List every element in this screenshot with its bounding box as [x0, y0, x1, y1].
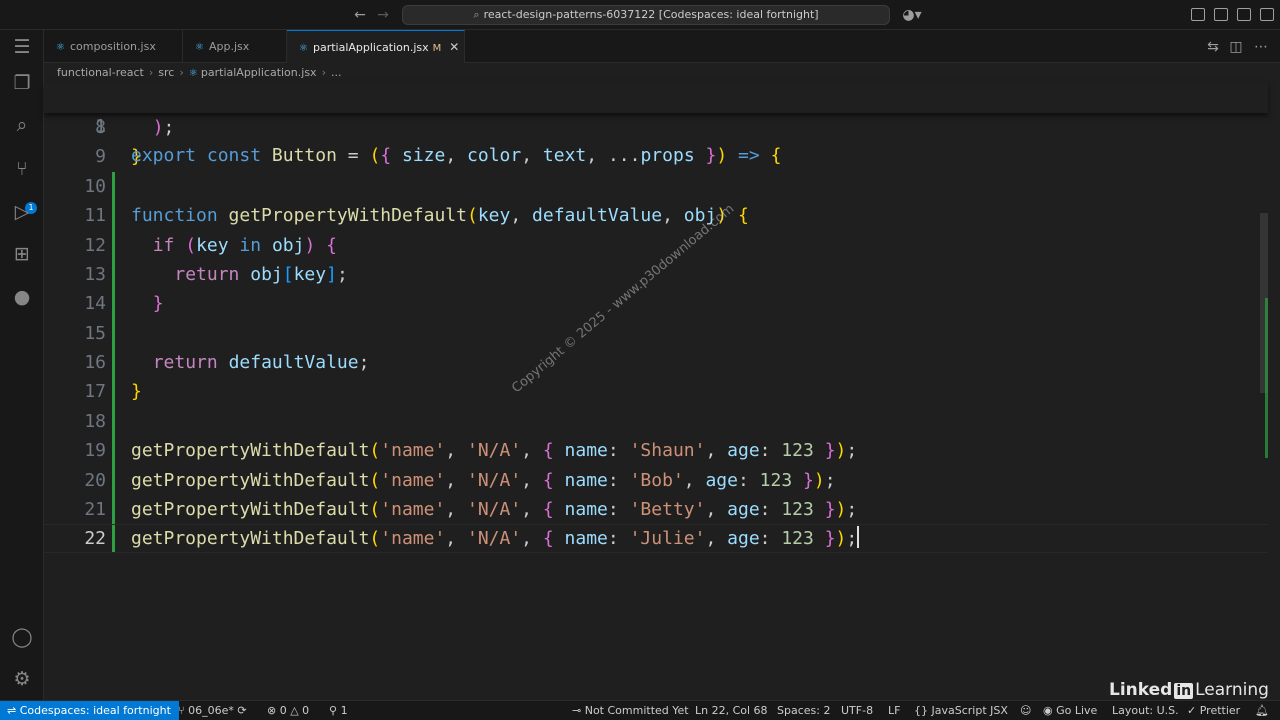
keyboard-layout[interactable]: Layout: U.S. [1112, 701, 1179, 720]
search-icon: ⌕ [473, 8, 480, 21]
remote-indicator[interactable]: ⇌ Codespaces: ideal fortnight [0, 701, 179, 720]
code-line: } [131, 381, 142, 402]
activity-bar: ☰ ❐ ⌕ ⑂ 1 ▷ ⊞ ● ◯ ⚙ [0, 30, 44, 700]
breadcrumb-folder[interactable]: src [158, 66, 174, 79]
explorer-icon[interactable]: ❐ [11, 72, 33, 94]
react-file-icon: ⚛ [299, 43, 308, 54]
split-editor-icon[interactable]: ◫ [1227, 38, 1245, 56]
broadcast-icon: ◉ [1043, 704, 1057, 717]
breadcrumb-symbol[interactable]: ... [331, 66, 342, 79]
more-actions-icon[interactable]: ⋯ [1252, 38, 1270, 56]
extensions-icon[interactable]: ⊞ [11, 243, 33, 265]
scrollbar-change-marker [1265, 298, 1268, 458]
end-of-line[interactable]: LF [888, 701, 900, 720]
code-line: function getPropertyWithDefault(key, def… [131, 205, 749, 226]
status-bar: ⇌ Codespaces: ideal fortnight ⑂ 06_06e* … [0, 700, 1280, 720]
indentation[interactable]: Spaces: 2 [777, 701, 830, 720]
language-mode[interactable]: {} JavaScript JSX [914, 701, 1008, 720]
sticky-scroll-line[interactable]: 1 export const Button = ({ size, color, … [44, 83, 1268, 166]
encoding[interactable]: UTF-8 [841, 701, 873, 720]
code-line: export const Button = ({ size, color, te… [131, 145, 782, 166]
tab-composition[interactable]: ⚛ composition.jsx [44, 30, 183, 63]
modified-indicator: M [432, 43, 442, 54]
remote-icon: ⇌ [7, 704, 20, 717]
branch-icon: ⑂ [178, 704, 189, 717]
command-center-search[interactable]: ⌕ react-design-patterns-6037122 [Codespac… [402, 5, 890, 25]
react-file-icon: ⚛ [56, 42, 65, 53]
code-editor[interactable]: 1 export const Button = ({ size, color, … [44, 83, 1268, 700]
text-cursor [857, 526, 860, 548]
tab-partial-application[interactable]: ⚛ partialApplication.jsx M ✕ [287, 30, 465, 63]
breadcrumb-file[interactable]: partialApplication.jsx [201, 66, 317, 79]
copilot-icon[interactable]: ◕▾ [900, 6, 924, 24]
run-debug-icon[interactable]: ▷ [11, 201, 33, 223]
code-line: return defaultValue; [152, 352, 370, 373]
toggle-panel-icon[interactable] [1237, 8, 1251, 21]
code-line: getPropertyWithDefault('name', 'N/A', { … [131, 499, 858, 520]
feedback-icon[interactable]: ☺ [1020, 701, 1031, 720]
tab-app[interactable]: ⚛ App.jsx [183, 30, 287, 63]
code-line: if (key in obj) { [152, 235, 337, 256]
git-blame-indicator[interactable]: ⊸ Not Committed Yet [572, 701, 689, 720]
source-control-icon[interactable]: ⑂ [11, 158, 33, 180]
forward-arrow-icon[interactable]: → [374, 6, 392, 24]
search-icon[interactable]: ⌕ [11, 114, 33, 136]
code-line: getPropertyWithDefault('name', 'N/A', { … [131, 470, 836, 491]
ports-indicator[interactable]: ⚲ 1 [329, 701, 348, 720]
warning-icon: △ [286, 704, 303, 717]
vertical-scrollbar[interactable] [1256, 83, 1268, 700]
go-live-button[interactable]: ◉ Go Live [1043, 701, 1097, 720]
notifications-bell-icon[interactable]: 🔔︎ [1255, 701, 1269, 720]
problems-indicator[interactable]: ⊗ 0 △ 0 [267, 701, 309, 720]
breadcrumb-folder[interactable]: functional-react [57, 66, 144, 79]
breadcrumb: functional-react › src › ⚛ partialApplicatio… [57, 66, 342, 79]
title-bar: ← → ⌕ react-design-patterns-6037122 [Code… [0, 0, 1280, 30]
sync-icon: ⟳ [233, 704, 247, 717]
back-arrow-icon[interactable]: ← [351, 6, 369, 24]
react-file-icon: ⚛ [188, 68, 201, 79]
close-icon[interactable]: ✕ [449, 40, 459, 54]
tab-bar: ⚛ composition.jsx ⚛ App.jsx ⚛ partialApplic… [44, 30, 1280, 63]
braces-icon: {} [914, 704, 932, 717]
commit-icon: ⊸ [572, 704, 585, 717]
layout-panel-icon[interactable] [1191, 8, 1205, 21]
github-icon[interactable]: ● [11, 286, 33, 308]
code-line: } [152, 293, 164, 314]
window-title: react-design-patterns-6037122 [Codespace… [483, 8, 819, 21]
check-icon: ✓ [1187, 704, 1200, 717]
toggle-secondary-sidebar-icon[interactable] [1260, 8, 1274, 21]
ports-icon: ⚲ [329, 704, 341, 717]
code-line: return obj[key]; [174, 264, 348, 285]
error-icon: ⊗ [267, 704, 280, 717]
branch-indicator[interactable]: ⑂ 06_06e* ⟳ [178, 701, 247, 720]
react-file-icon: ⚛ [195, 42, 204, 53]
compare-changes-icon[interactable]: ⇆ [1204, 38, 1222, 56]
code-line: ); [152, 117, 175, 138]
prettier-status[interactable]: ✓ Prettier [1187, 701, 1240, 720]
settings-gear-icon[interactable]: ⚙ [11, 668, 33, 690]
toggle-sidebar-icon[interactable] [1214, 8, 1228, 21]
code-line: getPropertyWithDefault('name', 'N/A', { … [131, 440, 858, 461]
cursor-position[interactable]: Ln 22, Col 68 [695, 701, 768, 720]
account-icon[interactable]: ◯ [11, 626, 33, 648]
menu-icon[interactable]: ☰ [11, 36, 33, 58]
code-line: getPropertyWithDefault('name', 'N/A', { … [131, 526, 860, 549]
linkedin-learning-logo: Linked in Learning [1109, 680, 1269, 700]
